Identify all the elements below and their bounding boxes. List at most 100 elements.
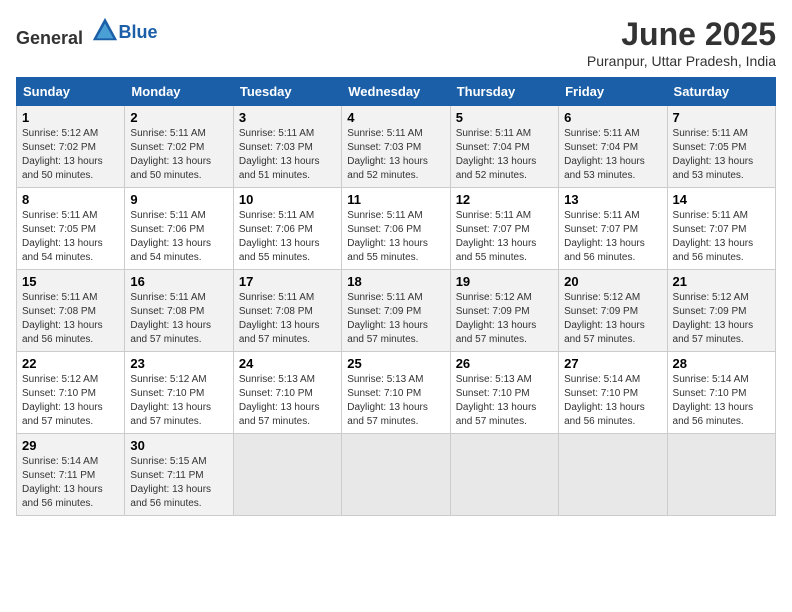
calendar-cell: 20 Sunrise: 5:12 AMSunset: 7:09 PMDayligh… bbox=[559, 270, 667, 352]
calendar-week-row: 8 Sunrise: 5:11 AMSunset: 7:05 PMDaylight… bbox=[17, 188, 776, 270]
calendar-cell: 9 Sunrise: 5:11 AMSunset: 7:06 PMDaylight… bbox=[125, 188, 233, 270]
day-number: 15 bbox=[22, 274, 119, 289]
logo-general-text: General bbox=[16, 28, 83, 48]
calendar-cell: 23 Sunrise: 5:12 AMSunset: 7:10 PMDayligh… bbox=[125, 352, 233, 434]
calendar-body: 1 Sunrise: 5:12 AMSunset: 7:02 PMDaylight… bbox=[17, 106, 776, 516]
day-number: 23 bbox=[130, 356, 227, 371]
calendar-cell: 3 Sunrise: 5:11 AMSunset: 7:03 PMDaylight… bbox=[233, 106, 341, 188]
calendar-cell bbox=[342, 434, 450, 516]
day-info: Sunrise: 5:14 AMSunset: 7:10 PMDaylight:… bbox=[564, 373, 661, 429]
calendar-cell: 24Sunrise: 5:13 AMSunset: 7:10 PMDayligh… bbox=[233, 352, 341, 434]
calendar-cell: 22 Sunrise: 5:12 AMSunset: 7:10 PMDayligh… bbox=[17, 352, 125, 434]
calendar-cell: 1 Sunrise: 5:12 AMSunset: 7:02 PMDaylight… bbox=[17, 106, 125, 188]
title-area: June 2025 Puranpur, Uttar Pradesh, India bbox=[587, 16, 776, 69]
calendar-cell: 21 Sunrise: 5:12 AMSunset: 7:09 PMDayligh… bbox=[667, 270, 775, 352]
calendar-week-row: 1 Sunrise: 5:12 AMSunset: 7:02 PMDaylight… bbox=[17, 106, 776, 188]
day-info: Sunrise: 5:11 AMSunset: 7:04 PMDaylight:… bbox=[456, 127, 553, 183]
page-header: General Blue June 2025 Puranpur, Uttar P… bbox=[16, 16, 776, 69]
calendar-cell: 12 Sunrise: 5:11 AMSunset: 7:07 PMDayligh… bbox=[450, 188, 558, 270]
day-number: 30 bbox=[130, 438, 227, 453]
day-header-saturday: Saturday bbox=[667, 78, 775, 106]
month-title: June 2025 bbox=[587, 16, 776, 53]
logo: General Blue bbox=[16, 16, 158, 49]
day-number: 3 bbox=[239, 110, 336, 125]
day-number: 22 bbox=[22, 356, 119, 371]
calendar-week-row: 29Sunrise: 5:14 AMSunset: 7:11 PMDayligh… bbox=[17, 434, 776, 516]
day-info: Sunrise: 5:11 AMSunset: 7:05 PMDaylight:… bbox=[673, 127, 770, 183]
day-number: 24 bbox=[239, 356, 336, 371]
calendar-cell: 13 Sunrise: 5:11 AMSunset: 7:07 PMDayligh… bbox=[559, 188, 667, 270]
day-info: Sunrise: 5:11 AMSunset: 7:03 PMDaylight:… bbox=[347, 127, 444, 183]
calendar-cell: 27 Sunrise: 5:14 AMSunset: 7:10 PMDayligh… bbox=[559, 352, 667, 434]
day-info: Sunrise: 5:11 AMSunset: 7:05 PMDaylight:… bbox=[22, 209, 119, 265]
day-info: Sunrise: 5:12 AMSunset: 7:09 PMDaylight:… bbox=[564, 291, 661, 347]
day-info: Sunrise: 5:11 AMSunset: 7:08 PMDaylight:… bbox=[22, 291, 119, 347]
day-number: 2 bbox=[130, 110, 227, 125]
day-info: Sunrise: 5:11 AMSunset: 7:08 PMDaylight:… bbox=[130, 291, 227, 347]
day-number: 19 bbox=[456, 274, 553, 289]
day-info: Sunrise: 5:12 AMSunset: 7:09 PMDaylight:… bbox=[673, 291, 770, 347]
day-number: 26 bbox=[456, 356, 553, 371]
calendar-cell: 11 Sunrise: 5:11 AMSunset: 7:06 PMDayligh… bbox=[342, 188, 450, 270]
day-number: 11 bbox=[347, 192, 444, 207]
day-info: Sunrise: 5:11 AMSunset: 7:07 PMDaylight:… bbox=[673, 209, 770, 265]
calendar-cell: 2Sunrise: 5:11 AMSunset: 7:02 PMDaylight… bbox=[125, 106, 233, 188]
day-number: 17 bbox=[239, 274, 336, 289]
day-info: Sunrise: 5:14 AMSunset: 7:10 PMDaylight:… bbox=[673, 373, 770, 429]
calendar-cell: 7 Sunrise: 5:11 AMSunset: 7:05 PMDaylight… bbox=[667, 106, 775, 188]
calendar-cell: 6 Sunrise: 5:11 AMSunset: 7:04 PMDaylight… bbox=[559, 106, 667, 188]
day-info: Sunrise: 5:11 AMSunset: 7:08 PMDaylight:… bbox=[239, 291, 336, 347]
day-number: 13 bbox=[564, 192, 661, 207]
day-number: 25 bbox=[347, 356, 444, 371]
day-header-tuesday: Tuesday bbox=[233, 78, 341, 106]
day-number: 16 bbox=[130, 274, 227, 289]
location-title: Puranpur, Uttar Pradesh, India bbox=[587, 53, 776, 69]
day-header-thursday: Thursday bbox=[450, 78, 558, 106]
day-number: 7 bbox=[673, 110, 770, 125]
day-header-wednesday: Wednesday bbox=[342, 78, 450, 106]
day-number: 8 bbox=[22, 192, 119, 207]
day-info: Sunrise: 5:11 AMSunset: 7:04 PMDaylight:… bbox=[564, 127, 661, 183]
calendar-cell: 4Sunrise: 5:11 AMSunset: 7:03 PMDaylight… bbox=[342, 106, 450, 188]
day-info: Sunrise: 5:11 AMSunset: 7:06 PMDaylight:… bbox=[130, 209, 227, 265]
day-number: 1 bbox=[22, 110, 119, 125]
day-number: 9 bbox=[130, 192, 227, 207]
day-info: Sunrise: 5:11 AMSunset: 7:06 PMDaylight:… bbox=[239, 209, 336, 265]
calendar-cell: 25 Sunrise: 5:13 AMSunset: 7:10 PMDayligh… bbox=[342, 352, 450, 434]
day-number: 12 bbox=[456, 192, 553, 207]
day-info: Sunrise: 5:11 AMSunset: 7:03 PMDaylight:… bbox=[239, 127, 336, 183]
calendar-cell: 14 Sunrise: 5:11 AMSunset: 7:07 PMDayligh… bbox=[667, 188, 775, 270]
day-number: 29 bbox=[22, 438, 119, 453]
day-info: Sunrise: 5:12 AMSunset: 7:10 PMDaylight:… bbox=[130, 373, 227, 429]
day-number: 27 bbox=[564, 356, 661, 371]
day-number: 20 bbox=[564, 274, 661, 289]
day-info: Sunrise: 5:11 AMSunset: 7:07 PMDaylight:… bbox=[564, 209, 661, 265]
day-info: Sunrise: 5:12 AMSunset: 7:09 PMDaylight:… bbox=[456, 291, 553, 347]
day-info: Sunrise: 5:12 AMSunset: 7:02 PMDaylight:… bbox=[22, 127, 119, 183]
day-info: Sunrise: 5:13 AMSunset: 7:10 PMDaylight:… bbox=[456, 373, 553, 429]
day-info: Sunrise: 5:11 AMSunset: 7:06 PMDaylight:… bbox=[347, 209, 444, 265]
day-header-sunday: Sunday bbox=[17, 78, 125, 106]
calendar-cell: 29Sunrise: 5:14 AMSunset: 7:11 PMDayligh… bbox=[17, 434, 125, 516]
calendar-cell bbox=[450, 434, 558, 516]
day-info: Sunrise: 5:13 AMSunset: 7:10 PMDaylight:… bbox=[347, 373, 444, 429]
day-number: 14 bbox=[673, 192, 770, 207]
day-number: 28 bbox=[673, 356, 770, 371]
day-header-monday: Monday bbox=[125, 78, 233, 106]
day-info: Sunrise: 5:12 AMSunset: 7:10 PMDaylight:… bbox=[22, 373, 119, 429]
day-number: 6 bbox=[564, 110, 661, 125]
calendar-cell: 10 Sunrise: 5:11 AMSunset: 7:06 PMDayligh… bbox=[233, 188, 341, 270]
day-number: 10 bbox=[239, 192, 336, 207]
logo-icon bbox=[91, 16, 119, 44]
calendar-week-row: 15 Sunrise: 5:11 AMSunset: 7:08 PMDayligh… bbox=[17, 270, 776, 352]
calendar-cell: 26 Sunrise: 5:13 AMSunset: 7:10 PMDayligh… bbox=[450, 352, 558, 434]
day-number: 21 bbox=[673, 274, 770, 289]
day-info: Sunrise: 5:15 AMSunset: 7:11 PMDaylight:… bbox=[130, 455, 227, 511]
day-number: 18 bbox=[347, 274, 444, 289]
day-number: 5 bbox=[456, 110, 553, 125]
calendar-cell: 16 Sunrise: 5:11 AMSunset: 7:08 PMDayligh… bbox=[125, 270, 233, 352]
day-info: Sunrise: 5:11 AMSunset: 7:07 PMDaylight:… bbox=[456, 209, 553, 265]
calendar-table: SundayMondayTuesdayWednesdayThursdayFrid… bbox=[16, 77, 776, 516]
calendar-cell: 17 Sunrise: 5:11 AMSunset: 7:08 PMDayligh… bbox=[233, 270, 341, 352]
logo-blue-text: Blue bbox=[119, 22, 158, 42]
